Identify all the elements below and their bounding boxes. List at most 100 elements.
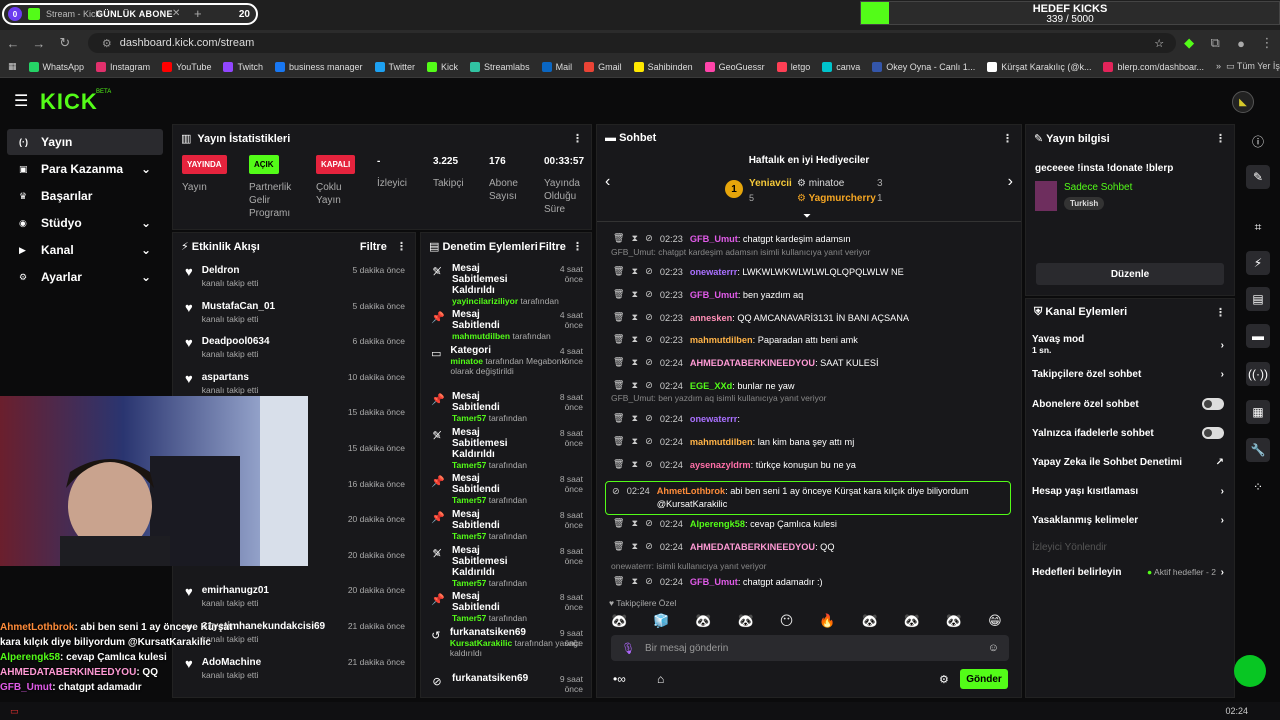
audit-moderator[interactable]: Tamer57 bbox=[452, 531, 486, 541]
kicks-icon[interactable]: •∞ bbox=[613, 672, 626, 686]
bookmark-item[interactable]: letgo bbox=[776, 61, 810, 72]
timeout-icon[interactable]: ⧗ bbox=[632, 233, 638, 244]
bolt-icon[interactable]: ⚡ bbox=[1246, 251, 1270, 275]
url-bar[interactable]: ⚙ dashboard.kick.com/stream ☆ bbox=[87, 33, 1177, 53]
chat-input[interactable]: 🎙 Bir mesaj gönderin ☺ bbox=[611, 635, 1009, 661]
back-icon[interactable]: ← bbox=[0, 36, 26, 51]
emote-panda-icon[interactable]: 🐼 bbox=[611, 613, 627, 629]
panels-icon[interactable]: ▦ bbox=[1246, 400, 1270, 424]
bookmark-item[interactable]: Sahibinden bbox=[633, 61, 693, 72]
send-button[interactable]: Gönder bbox=[960, 669, 1008, 689]
audit-moderator[interactable]: mahmutdilben bbox=[452, 331, 510, 341]
forward-icon[interactable]: → bbox=[26, 36, 52, 51]
gifters-prev-icon[interactable]: ‹ bbox=[605, 173, 610, 191]
list-icon[interactable]: ▤ bbox=[1246, 287, 1270, 311]
delete-icon[interactable]: 🗑 bbox=[613, 312, 625, 323]
emotes-chat-toggle[interactable] bbox=[1202, 427, 1224, 439]
banned-words-row[interactable]: Yasaklanmış kelimeler › bbox=[1032, 515, 1224, 526]
bookmark-item[interactable]: Mail bbox=[541, 61, 572, 72]
info-icon[interactable]: ⓘ bbox=[1246, 129, 1270, 153]
chat-message[interactable]: 🗑 ⧗ ⊘ 02:24 aysenazyldrm: türkçe konuşun bu … bbox=[613, 459, 1009, 470]
ban-icon[interactable]: ⊘ bbox=[645, 334, 653, 345]
delete-icon[interactable]: 🗑 bbox=[613, 233, 625, 244]
ban-icon[interactable]: ⊘ bbox=[645, 518, 653, 529]
delete-icon[interactable]: 🗑 bbox=[613, 413, 625, 424]
ban-icon[interactable]: ⊘ bbox=[645, 436, 653, 447]
bookmark-item[interactable]: Twitch bbox=[223, 61, 263, 72]
emote-panda-icon[interactable]: 🐼 bbox=[738, 613, 754, 629]
gifter-3[interactable]: ⚙ Yagmurcherry bbox=[797, 193, 876, 204]
timeout-icon[interactable]: ⧗ bbox=[632, 380, 638, 391]
age-limit-row[interactable]: Hesap yaşı kısıtlaması › bbox=[1032, 486, 1224, 497]
delete-icon[interactable]: 🗑 bbox=[613, 357, 625, 368]
chat-message[interactable]: 🗑 ⧗ ⊘ 02:24 mahmutdilben: lan kim bana şey a… bbox=[613, 436, 1009, 447]
stats-menu-icon[interactable]: ⋮ bbox=[572, 132, 583, 145]
extensions-icon[interactable]: ⧉ bbox=[1202, 35, 1228, 51]
bookmark-item[interactable]: business manager bbox=[274, 61, 363, 72]
bookmark-item[interactable]: Streamlabs bbox=[470, 61, 530, 72]
edit-button[interactable]: Düzenle bbox=[1036, 263, 1224, 285]
emote-face-icon[interactable]: 😶 bbox=[780, 613, 794, 629]
broadcast-icon[interactable]: ((·)) bbox=[1246, 362, 1270, 386]
audit-filter-button[interactable]: Filtre bbox=[539, 241, 566, 253]
delete-icon[interactable]: 🗑 bbox=[613, 459, 625, 470]
events-filter-button[interactable]: Filtre bbox=[360, 241, 387, 253]
audit-moderator[interactable]: minatoe bbox=[450, 356, 483, 366]
delete-icon[interactable]: 🗑 bbox=[613, 576, 625, 587]
sidebar-item-4[interactable]: ◉ Stüdyo ⌄ bbox=[7, 210, 163, 236]
taskbar-app-icon[interactable]: ▭ bbox=[10, 706, 19, 717]
message-user[interactable]: mahmutdilben bbox=[690, 335, 753, 345]
bookmark-item[interactable]: Twitter bbox=[374, 61, 415, 72]
ban-icon[interactable]: ⊘ bbox=[645, 357, 653, 368]
emote-panda-icon[interactable]: 🐼 bbox=[862, 613, 878, 629]
user-avatar[interactable]: ◣ bbox=[1232, 91, 1254, 113]
ban-icon[interactable]: ⊘ bbox=[645, 541, 653, 552]
bookmark-item[interactable]: canva bbox=[822, 61, 860, 72]
ban-icon[interactable]: ⊘ bbox=[645, 576, 653, 587]
new-tab-icon[interactable]: + bbox=[194, 6, 202, 21]
chat-message[interactable]: 🗑 ⧗ ⊘ 02:24 AHMEDATABERKINEEDYOU: QQ bbox=[613, 541, 1009, 552]
message-user[interactable]: Alperengk58 bbox=[690, 519, 745, 529]
chat-message[interactable]: 🗑 ⧗ ⊘ 02:24 AHMEDATABERKINEEDYOU: SAAT KULES… bbox=[613, 357, 1009, 368]
bookmark-item[interactable]: GeoGuessr bbox=[704, 61, 765, 72]
store-icon[interactable]: ⌂ bbox=[657, 672, 664, 686]
dots-icon[interactable]: ⁘ bbox=[1246, 475, 1270, 499]
slow-mode-row[interactable]: Yavaş mod 1 sn. › bbox=[1032, 334, 1224, 356]
timeout-icon[interactable]: ⧗ bbox=[632, 518, 638, 529]
gifter-1-name[interactable]: Yeniavcii bbox=[749, 178, 792, 189]
shield-extension-icon[interactable]: ◆ bbox=[1176, 35, 1202, 51]
bookmark-item[interactable]: WhatsApp bbox=[28, 61, 84, 72]
emote-face-icon[interactable]: 😁 bbox=[988, 613, 1002, 629]
chat-message[interactable]: 🗑 ⧗ ⊘ 02:23 GFB_Umut: chatgpt kardeşim adams… bbox=[613, 233, 1009, 244]
sidebar-item-2[interactable]: ▣ Para Kazanma ⌄ bbox=[7, 156, 163, 182]
sidebar-item-5[interactable]: ▶ Kanal ⌄ bbox=[7, 237, 163, 263]
event-user[interactable]: Deadpool0634 bbox=[202, 336, 270, 347]
chat-menu-icon[interactable]: ⋮ bbox=[1002, 132, 1013, 145]
chat-message[interactable]: 🗑 ⧗ ⊘ 02:23 annesken: QQ AMCANAVARİ3131 İN B… bbox=[613, 312, 1009, 323]
message-user[interactable]: GFB_Umut bbox=[690, 290, 738, 300]
sidebar-item-6[interactable]: ⚙ Ayarlar ⌄ bbox=[7, 264, 163, 290]
audit-moderator[interactable]: KursatKarakilic bbox=[450, 638, 512, 648]
ban-icon[interactable]: ⊘ bbox=[645, 413, 653, 424]
delete-icon[interactable]: 🗑 bbox=[613, 518, 625, 529]
bookmark-item[interactable]: Okey Oyna - Canlı 1... bbox=[872, 61, 975, 72]
timeout-icon[interactable]: ⧗ bbox=[632, 413, 638, 424]
ban-icon[interactable]: ⊘ bbox=[645, 459, 653, 470]
message-user[interactable]: GFB_Umut bbox=[690, 234, 738, 244]
tab-close-icon[interactable]: ✕ bbox=[172, 8, 180, 19]
timeout-icon[interactable]: ⧗ bbox=[632, 266, 638, 277]
profile-avatar[interactable]: ● bbox=[1228, 36, 1254, 51]
timeout-icon[interactable]: ⧗ bbox=[632, 576, 638, 587]
bookmark-item[interactable]: Kürşat Karakılıç (@k... bbox=[987, 61, 1091, 72]
green-fab[interactable] bbox=[1234, 655, 1266, 687]
events-menu-icon[interactable]: ⋮ bbox=[396, 241, 407, 253]
message-user[interactable]: AHMEDATABERKINEEDYOU bbox=[690, 542, 815, 552]
audit-moderator[interactable]: Tamer57 bbox=[452, 413, 486, 423]
chat-message[interactable]: 🗑 ⧗ ⊘ 02:24 Alperengk58: cevap Çamlıca kules… bbox=[613, 518, 1009, 529]
ban-icon[interactable]: ⊘ bbox=[645, 289, 653, 300]
bookmark-item[interactable]: Instagram bbox=[96, 61, 150, 72]
ai-mod-row[interactable]: Yapay Zeka ile Sohbet Denetimi ↗ bbox=[1032, 457, 1224, 468]
edit-icon[interactable]: ✎ bbox=[1246, 165, 1270, 189]
category-link[interactable]: Sadece Sohbet bbox=[1064, 182, 1132, 193]
chat-message[interactable]: 🗑 ⧗ ⊘ 02:23 GFB_Umut: ben yazdım aq bbox=[613, 289, 1009, 300]
